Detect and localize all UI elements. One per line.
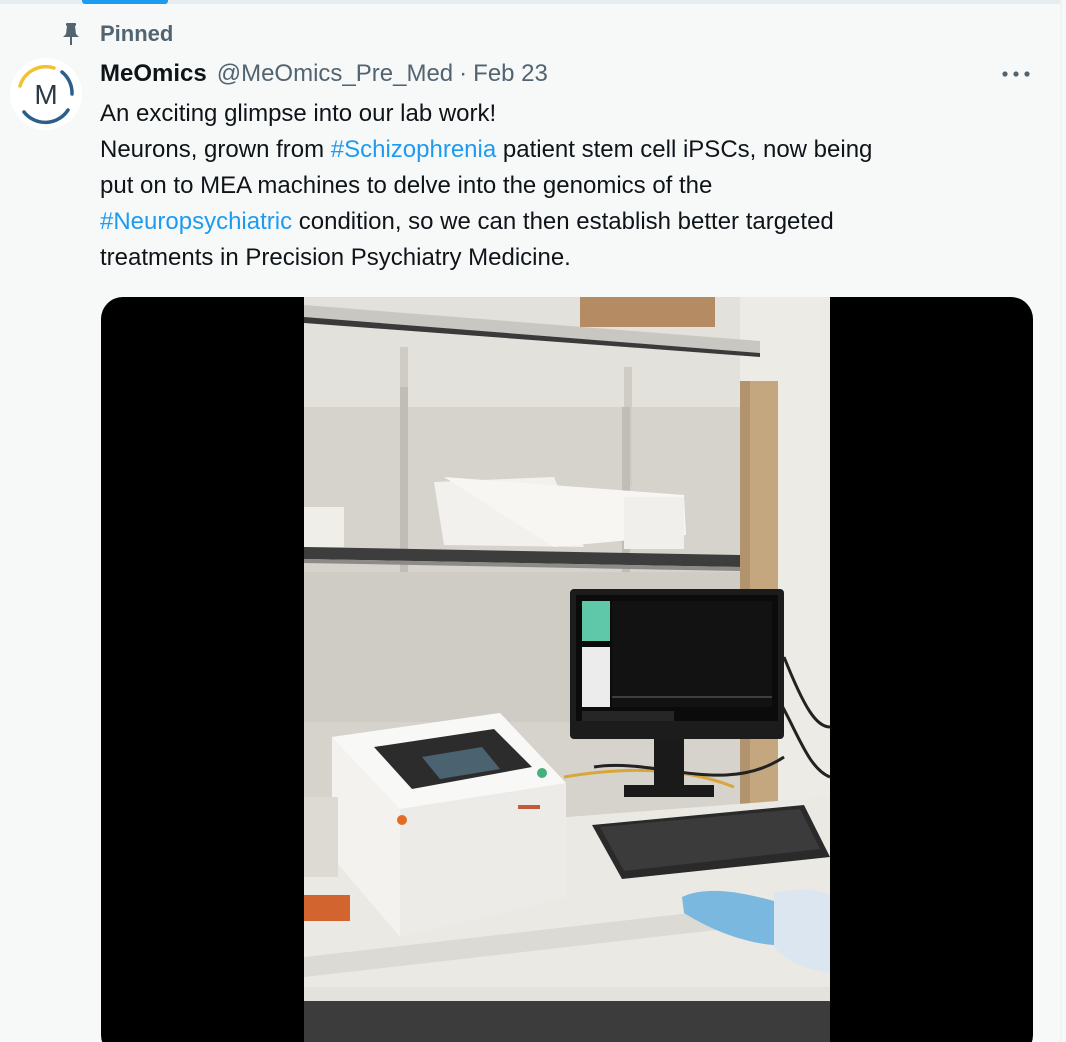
tweet-line: treatments in Precision Psychiatry Medic… bbox=[100, 240, 1020, 276]
hashtag-schizophrenia[interactable]: #Schizophrenia bbox=[331, 136, 496, 163]
tweet-text-segment: condition, so we can then establish bett… bbox=[292, 208, 834, 235]
display-name[interactable]: MeOmics bbox=[100, 60, 207, 88]
tweet-header: MeOmics @MeOmics_Pre_Med · Feb 23 bbox=[100, 58, 548, 90]
video-thumbnail bbox=[304, 297, 830, 1042]
user-handle[interactable]: @MeOmics_Pre_Med bbox=[217, 60, 453, 88]
tweet-text-segment: treatments in Precision Psychiatry Medic… bbox=[100, 244, 571, 271]
avatar[interactable]: M bbox=[10, 58, 82, 130]
hashtag-neuropsychiatric[interactable]: #Neuropsychiatric bbox=[100, 208, 292, 235]
tweet-line: An exciting glimpse into our lab work! bbox=[100, 96, 1020, 132]
video-player[interactable] bbox=[101, 297, 1033, 1042]
active-tab-indicator bbox=[82, 0, 168, 4]
avatar-letter: M bbox=[34, 79, 57, 110]
tweet-text-segment: Neurons, grown from bbox=[100, 136, 331, 163]
tweet-line: Neurons, grown from #Schizophrenia patie… bbox=[100, 132, 1020, 168]
more-horizontal-icon bbox=[1002, 71, 1030, 77]
tweet-date[interactable]: Feb 23 bbox=[473, 60, 548, 88]
pinned-label: Pinned bbox=[100, 21, 174, 46]
more-options-button[interactable] bbox=[996, 62, 1036, 86]
tweet-text-segment: An exciting glimpse into our lab work! bbox=[100, 100, 497, 127]
tweet-text-segment: put on to MEA machines to delve into the… bbox=[100, 172, 713, 199]
tweet-line: #Neuropsychiatric condition, so we can t… bbox=[100, 204, 1020, 240]
separator-dot: · bbox=[459, 60, 468, 87]
tweet-text: An exciting glimpse into our lab work! N… bbox=[100, 96, 1020, 276]
pinned-indicator: Pinned bbox=[58, 20, 173, 48]
tweet-line: put on to MEA machines to delve into the… bbox=[100, 168, 1020, 204]
right-border bbox=[1060, 0, 1062, 1042]
tweet-text-segment: patient stem cell iPSCs, now being bbox=[496, 136, 873, 163]
tweet-page: Pinned M MeOmics @MeOmics_Pre_Med · Feb … bbox=[0, 0, 1066, 1042]
pin-icon bbox=[58, 21, 84, 47]
